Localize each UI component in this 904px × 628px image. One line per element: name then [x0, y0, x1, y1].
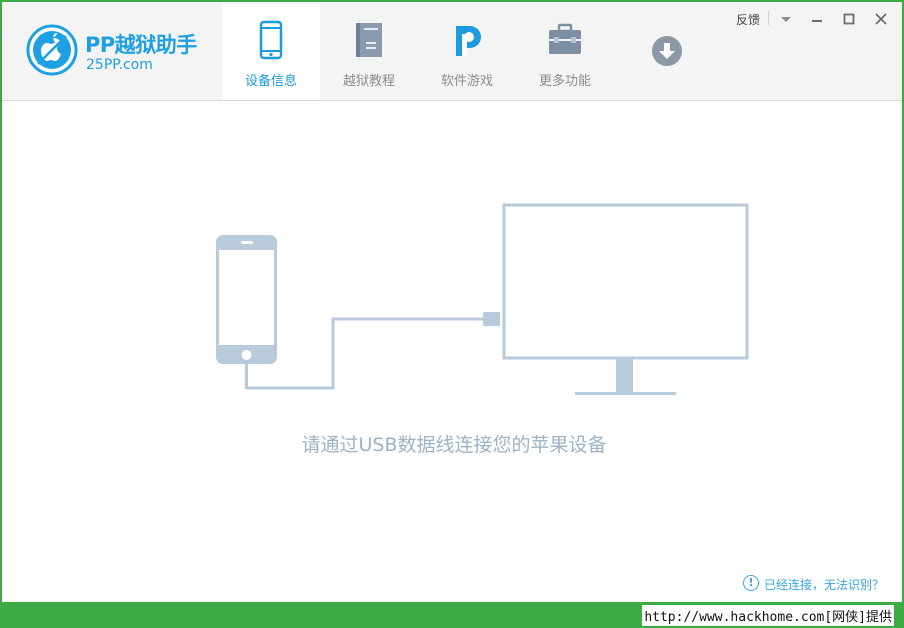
- connect-prompt: 请通过USB数据线连接您的苹果设备: [301, 434, 607, 456]
- app-window: PP越狱助手 25PP.com 设备信息 越狱教程 软件游戏 更多功能 反馈 请…: [0, 0, 904, 628]
- monitor-illustration-icon: [502, 203, 749, 395]
- watermark: http://www.hackhome.com[网侠]提供: [642, 605, 894, 626]
- phone-illustration-icon: [216, 235, 277, 364]
- usb-cable-icon: [245, 312, 500, 390]
- help-link-text: 已经连接，无法识别？: [764, 578, 885, 592]
- connect-device-illustration: [216, 203, 749, 395]
- info-icon: !: [743, 575, 759, 591]
- status-bar: http://www.hackhome.com[网侠]提供: [0, 602, 904, 628]
